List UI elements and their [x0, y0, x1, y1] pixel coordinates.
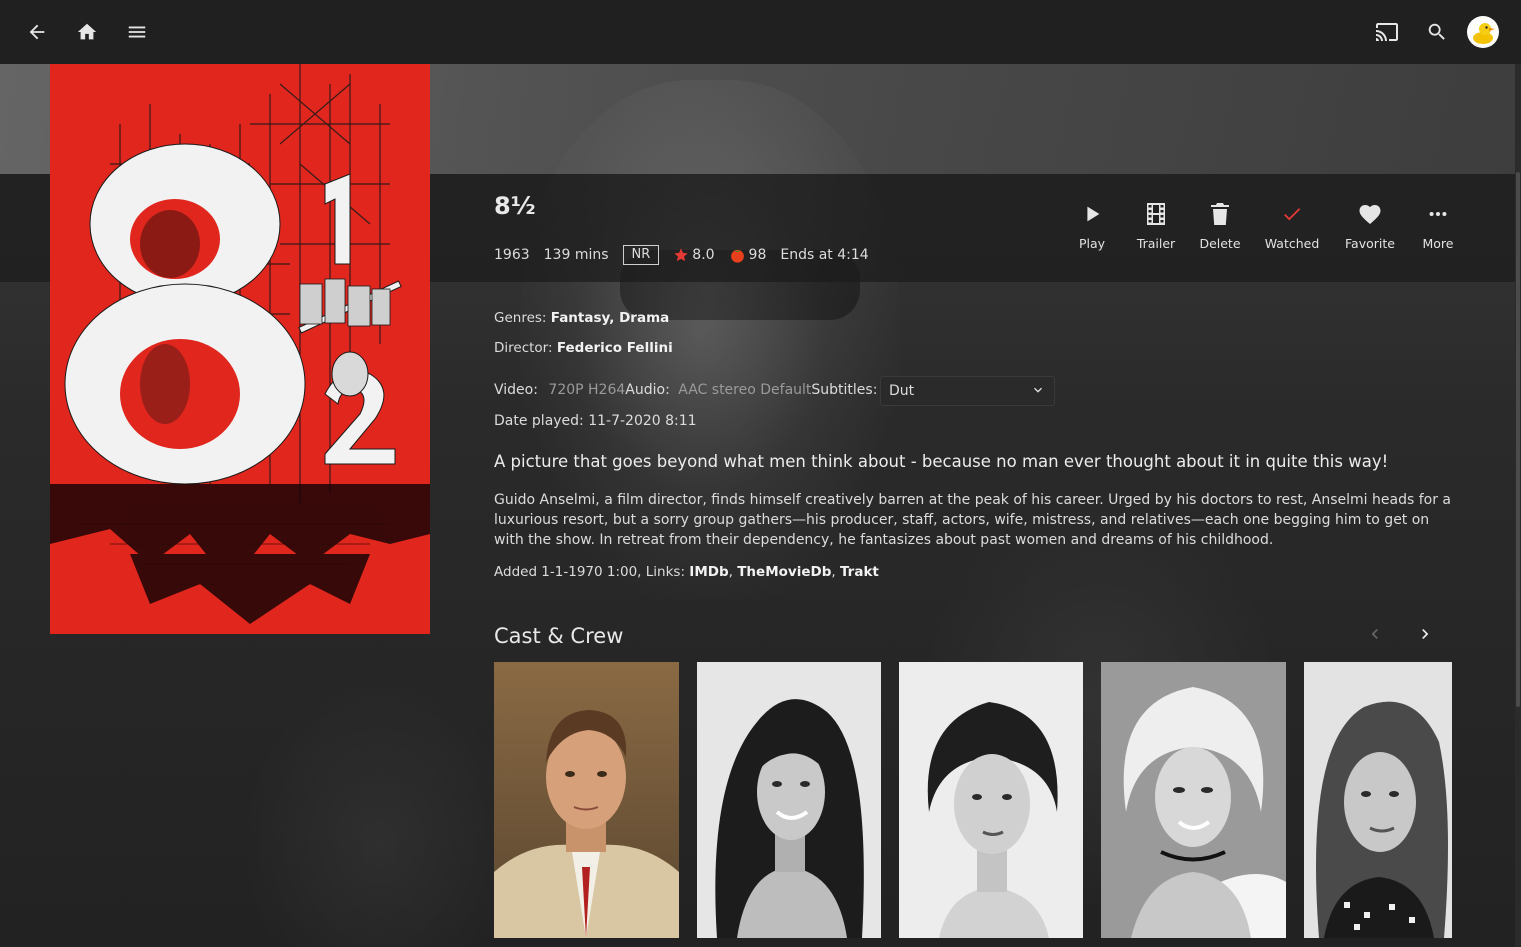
- action-buttons: Play Trailer Delete Watched Favorite Mor…: [1068, 198, 1462, 268]
- director-value[interactable]: Federico Fellini: [557, 340, 673, 356]
- cast-photo: [899, 662, 1083, 938]
- added-prefix: Added 1-1-1970 1:00, Links:: [494, 564, 690, 580]
- trakt-link[interactable]: Trakt: [840, 564, 879, 580]
- item-year: 1963: [494, 247, 530, 263]
- heart-icon: [1359, 205, 1381, 224]
- item-meta-row: 1963 139 mins NR 8.0 98 Ends at 4:14: [494, 243, 883, 267]
- app-header: [0, 0, 1521, 64]
- video-label: Video:: [494, 382, 538, 398]
- cast-card[interactable]: [1101, 662, 1286, 938]
- cast-icon: [1376, 23, 1398, 41]
- tagline: A picture that goes beyond what men thin…: [494, 452, 1389, 471]
- item-runtime: 139 mins: [543, 247, 609, 263]
- delete-label: Delete: [1199, 236, 1241, 251]
- cast-photo: [1304, 662, 1452, 938]
- watched-button[interactable]: Watched: [1259, 198, 1325, 268]
- home-icon: [77, 23, 97, 40]
- media-info-row: Video: 720P H264Audio: AAC stereo Defaul…: [494, 382, 877, 398]
- more-button[interactable]: More: [1414, 198, 1462, 268]
- subtitles-label: Subtitles:: [811, 382, 878, 398]
- tomato-icon: [730, 249, 744, 263]
- genres-row: Genres: Fantasy, Drama: [494, 310, 669, 326]
- duck-avatar-icon: [1473, 23, 1495, 44]
- film-strip-icon: [1147, 203, 1165, 225]
- genres-label: Genres:: [494, 310, 547, 326]
- cast-button[interactable]: [1369, 14, 1405, 50]
- movie-poster[interactable]: [50, 64, 430, 634]
- user-avatar[interactable]: [1467, 16, 1499, 48]
- director-label: Director:: [494, 340, 553, 356]
- ends-at: Ends at 4:14: [780, 247, 869, 263]
- link-separator: ,: [831, 564, 840, 580]
- item-title: 8½: [494, 192, 536, 220]
- overview: Guido Anselmi, a film director, finds hi…: [494, 492, 1451, 548]
- director-row: Director: Federico Fellini: [494, 340, 673, 356]
- search-icon: [1428, 23, 1445, 40]
- video-value: 720P H264: [548, 382, 626, 398]
- cast-scroll-next-button[interactable]: [1411, 620, 1439, 648]
- trash-icon: [1211, 203, 1229, 225]
- cast-card[interactable]: [1304, 662, 1452, 938]
- subtitles-selected-value: Dut: [889, 383, 915, 399]
- cast-card[interactable]: [494, 662, 679, 938]
- trailer-label: Trailer: [1136, 236, 1176, 251]
- cast-photo: [1101, 662, 1286, 938]
- trailer-button[interactable]: Trailer: [1124, 198, 1188, 268]
- subtitles-select[interactable]: Dut: [880, 376, 1055, 406]
- imdb-link[interactable]: IMDb: [689, 564, 728, 580]
- arrow-left-icon: [29, 24, 45, 40]
- chevron-down-icon: [1034, 387, 1042, 393]
- chevron-left-icon: [1371, 629, 1378, 639]
- back-button[interactable]: [19, 14, 55, 50]
- cast-card[interactable]: [697, 662, 881, 938]
- added-links-row: Added 1-1-1970 1:00, Links: IMDb, TheMov…: [494, 564, 879, 580]
- play-label: Play: [1078, 236, 1106, 251]
- cast-crew-heading: Cast & Crew: [494, 624, 624, 648]
- favorite-button[interactable]: Favorite: [1338, 198, 1402, 268]
- critic-rating: 98: [729, 247, 767, 264]
- themoviedb-link[interactable]: TheMovieDb: [737, 564, 831, 580]
- watched-label: Watched: [1264, 236, 1320, 251]
- checkmark-icon: [1284, 208, 1301, 221]
- link-separator: ,: [728, 564, 738, 580]
- cast-photo: [697, 662, 881, 938]
- delete-button[interactable]: Delete: [1189, 198, 1251, 268]
- scrollbar[interactable]: [1515, 64, 1521, 947]
- official-rating-badge: NR: [622, 245, 660, 265]
- more-label: More: [1422, 236, 1454, 251]
- play-icon: [1087, 206, 1100, 222]
- more-horizontal-icon: [1429, 211, 1447, 217]
- audio-value: AAC stereo Default: [678, 382, 812, 398]
- poster-artwork: [50, 64, 430, 634]
- community-rating: 8.0: [673, 247, 715, 263]
- date-played: Date played: 11-7-2020 8:11: [494, 413, 697, 429]
- community-rating-value: 8.0: [692, 247, 715, 263]
- home-button[interactable]: [69, 14, 105, 50]
- search-button[interactable]: [1419, 14, 1455, 50]
- play-button[interactable]: Play: [1068, 198, 1116, 268]
- scrollbar-thumb[interactable]: [1516, 172, 1520, 707]
- hamburger-menu-icon: [128, 26, 146, 38]
- critic-rating-value: 98: [748, 247, 767, 263]
- movie-details-page: 8½ 1963 139 mins NR 8.0 98 Ends at 4:14 …: [0, 0, 1521, 947]
- genres-value[interactable]: Fantasy, Drama: [551, 310, 669, 326]
- star-icon: [674, 248, 688, 262]
- favorite-label: Favorite: [1345, 236, 1395, 251]
- cast-scroll-prev-button[interactable]: [1361, 620, 1389, 648]
- audio-label: Audio:: [625, 382, 670, 398]
- cast-card[interactable]: [899, 662, 1083, 938]
- chevron-right-icon: [1422, 629, 1429, 639]
- menu-button[interactable]: [119, 14, 155, 50]
- cast-photo: [494, 662, 679, 938]
